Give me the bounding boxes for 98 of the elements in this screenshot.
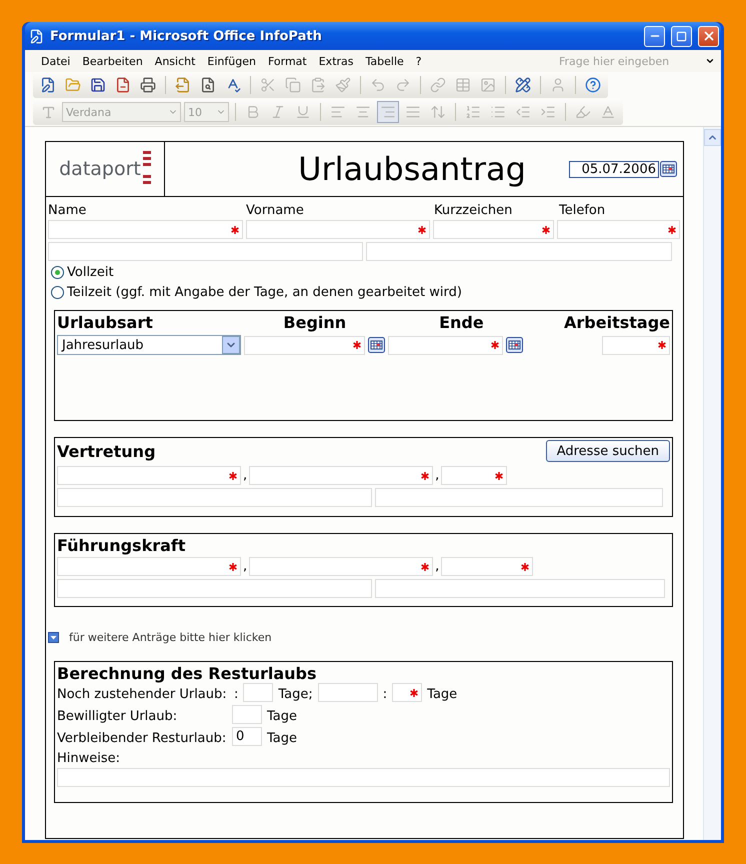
scroll-up-icon[interactable] (704, 129, 721, 146)
calendar-icon[interactable] (506, 337, 523, 353)
input-field[interactable] (48, 220, 243, 239)
scrollbar[interactable] (703, 127, 721, 840)
required-icon (231, 226, 239, 234)
close-button[interactable] (698, 26, 719, 46)
unit-text: Tage (267, 731, 298, 746)
address-search-button[interactable]: Adresse suchen (546, 440, 670, 462)
column-heading: Beginn (282, 313, 348, 332)
field-label: Hinweise: (57, 751, 122, 766)
close-icon[interactable] (702, 29, 716, 43)
required-icon (668, 226, 676, 234)
field-label: Vorname (246, 203, 305, 218)
help-search-field[interactable]: Frage hier eingeben (557, 54, 701, 68)
field-label: Telefon (559, 203, 606, 218)
input-field[interactable] (249, 557, 434, 576)
unit-text: : (382, 687, 388, 702)
radio-button[interactable] (51, 286, 64, 299)
maximize-icon[interactable] (676, 30, 687, 42)
section-title: Vertretung (57, 442, 156, 460)
menu-item[interactable]: Tabelle (362, 52, 408, 70)
section-title: Berechnung des Resturlaubs (57, 664, 318, 683)
maximize-button[interactable] (671, 26, 692, 46)
menu-item[interactable]: Datei (37, 52, 74, 70)
menu-item[interactable]: Format (264, 52, 311, 70)
required-icon (410, 688, 418, 696)
input-field[interactable] (318, 683, 378, 702)
input-field[interactable] (57, 466, 241, 485)
input-field[interactable] (388, 336, 503, 354)
input-field[interactable] (246, 220, 430, 239)
input-field[interactable] (57, 488, 372, 507)
field-label: Noch zustehender Urlaub: (57, 687, 228, 702)
date-field[interactable]: 05.07.2006 (569, 160, 659, 178)
logo-bars-icon (142, 151, 151, 187)
unit-text: Tage; (278, 687, 313, 702)
expand-icon[interactable] (48, 632, 59, 643)
required-icon (229, 562, 237, 570)
input-field[interactable] (375, 579, 665, 598)
input-field[interactable] (441, 466, 508, 485)
menu-item[interactable]: Bearbeiten (78, 52, 147, 70)
window-title: Formular1 - Microsoft Office InfoPath (50, 28, 323, 44)
required-icon (542, 226, 550, 234)
required-icon (229, 472, 237, 480)
required-icon (418, 226, 426, 234)
comma-text: , (243, 559, 248, 574)
minimize-button[interactable] (644, 26, 665, 46)
menu-item[interactable]: Extras (314, 52, 358, 70)
comma-text: , (435, 468, 440, 483)
unit-text: Tage (427, 687, 458, 702)
input-field[interactable]: 0 (232, 727, 262, 746)
input-field[interactable] (232, 705, 262, 724)
input-field[interactable] (602, 336, 670, 354)
input-field[interactable] (249, 466, 434, 485)
menu-item[interactable]: Einfügen (203, 52, 260, 70)
more-requests-link[interactable]: für weitere Anträge bitte hier klicken (69, 631, 272, 644)
column-heading: Ende (438, 313, 485, 332)
menu-item[interactable]: ? (412, 52, 426, 70)
unit-text: Tage (267, 709, 298, 724)
leave-type-dropdown[interactable]: Jahresurlaub (57, 335, 241, 355)
required-icon (491, 341, 499, 349)
required-icon (658, 341, 666, 349)
required-icon (495, 472, 504, 480)
radio-button[interactable] (51, 266, 64, 279)
required-icon (421, 472, 430, 480)
required-icon (353, 341, 361, 349)
field-label: Kurzzeichen (434, 203, 514, 218)
input-field[interactable] (392, 683, 422, 702)
input-field[interactable] (243, 683, 274, 702)
comma-text: , (435, 559, 440, 574)
input-field[interactable] (244, 336, 365, 354)
radio-label: Teilzeit (ggf. mit Angabe der Tage, an denen gearbeitet wird) (67, 285, 462, 300)
input-field[interactable] (433, 220, 554, 239)
field-label: Verbleibender Resturlaub: (57, 731, 227, 746)
field-label: Name (48, 203, 88, 218)
app-icon (29, 28, 44, 44)
input-field[interactable] (375, 488, 663, 507)
input-field[interactable] (366, 242, 672, 261)
input-field[interactable] (48, 242, 363, 261)
menu-item[interactable]: Ansicht (150, 52, 200, 70)
input-field[interactable] (557, 220, 680, 239)
input-field[interactable] (57, 579, 372, 598)
notes-field[interactable] (57, 768, 670, 787)
column-heading: Arbeitstage (563, 313, 670, 332)
caret-icon[interactable] (705, 56, 715, 66)
required-icon (521, 562, 530, 570)
calendar-icon[interactable] (660, 161, 677, 177)
column-heading: Urlaubsart (57, 313, 154, 332)
logo-text: dataport (59, 158, 141, 180)
input-field[interactable] (441, 557, 534, 576)
radio-label: Vollzeit (67, 265, 114, 280)
field-label: Bewilligter Urlaub: (57, 709, 178, 724)
input-field[interactable] (57, 557, 241, 576)
section-title: Führungskraft (57, 536, 186, 555)
form-title: Urlaubsantrag (297, 150, 527, 188)
comma-text: , (243, 468, 248, 483)
required-icon (421, 562, 430, 570)
calendar-icon[interactable] (368, 337, 385, 353)
unit-text: : (234, 687, 238, 702)
